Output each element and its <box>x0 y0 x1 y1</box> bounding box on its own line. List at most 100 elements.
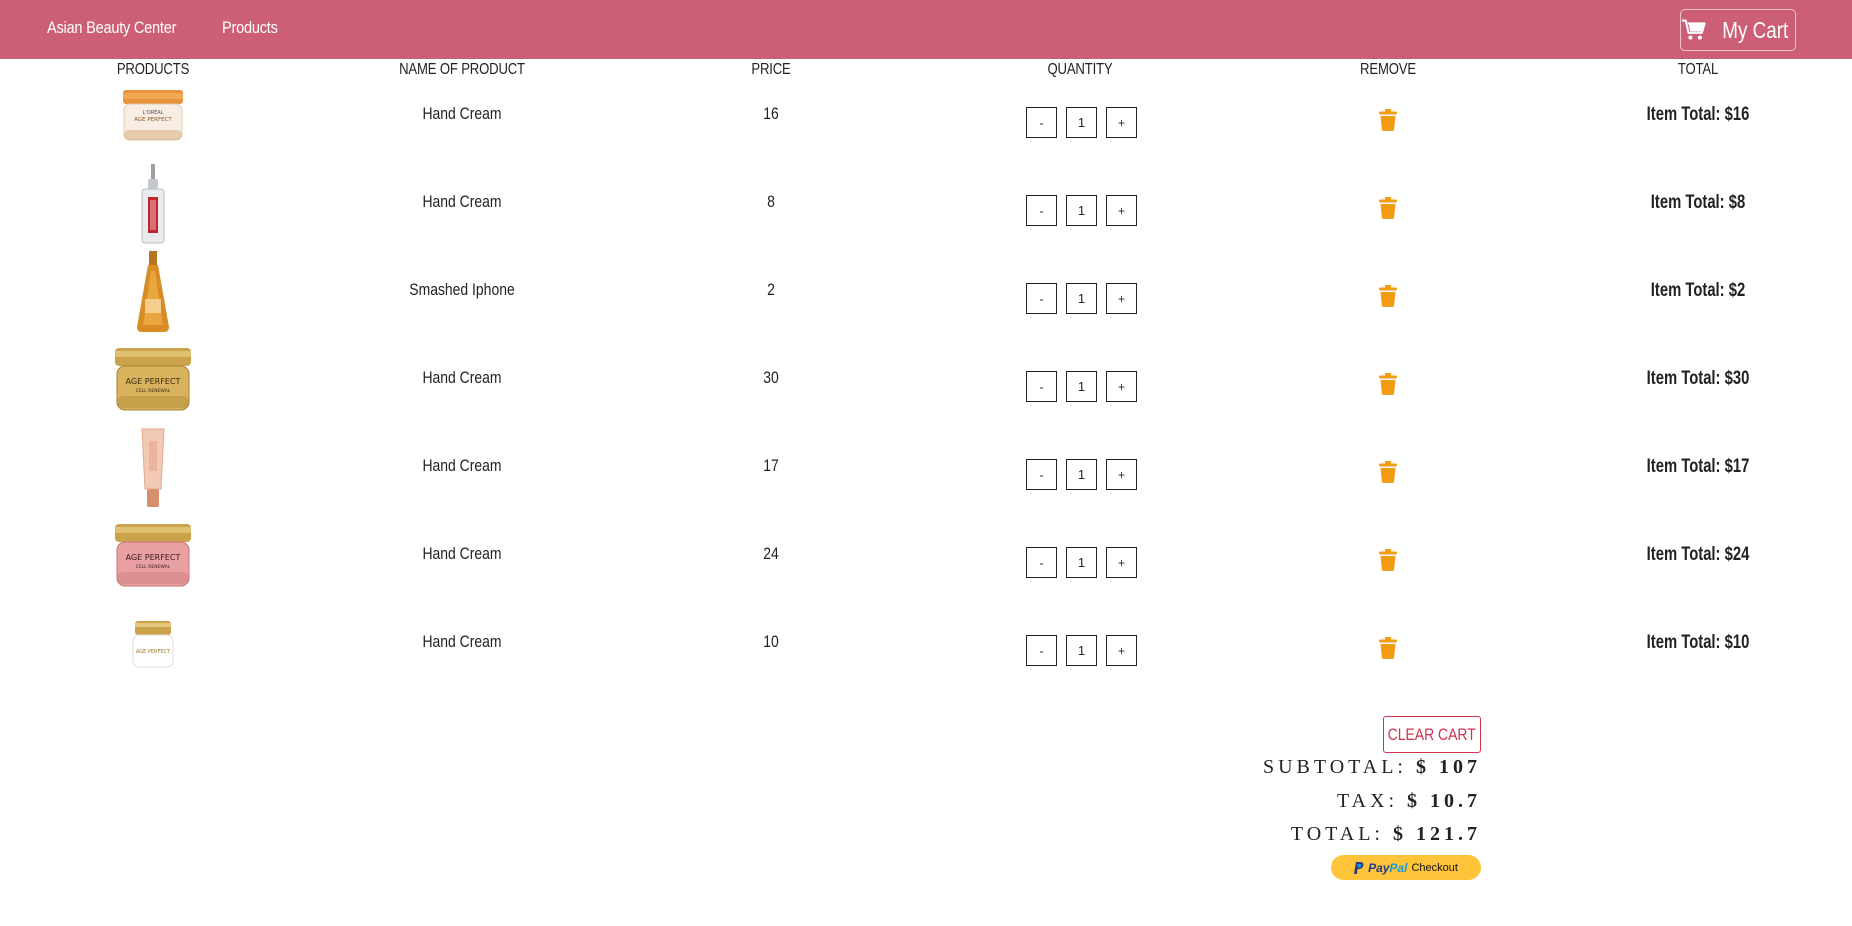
total-line: TOTAL: $ 121.7 <box>1291 823 1481 846</box>
total-value: $ 121.7 <box>1393 823 1481 845</box>
top-navbar: Asian Beauty Center Products My Cart <box>0 0 1852 59</box>
cart-row: L'ORÉAL AGE PERFECT Hand Cream 16 - 1 + … <box>0 74 1852 162</box>
product-name: Hand Cream <box>422 456 502 475</box>
increase-quantity-button[interactable]: + <box>1106 283 1137 314</box>
products-nav-link[interactable]: Products <box>222 18 278 38</box>
quantity-stepper: - 1 + <box>1026 635 1137 666</box>
svg-text:AGE PERFECT: AGE PERFECT <box>126 553 181 562</box>
paypal-icon <box>1354 861 1364 874</box>
quantity-value[interactable]: 1 <box>1066 283 1097 314</box>
cart-row: Hand Cream 8 - 1 + Item Total: $8 <box>0 162 1852 250</box>
item-total: Item Total: $16 <box>1646 104 1750 125</box>
quantity-value[interactable]: 1 <box>1066 635 1097 666</box>
product-name: Smashed Iphone <box>409 280 515 299</box>
product-price: 10 <box>763 632 779 651</box>
product-image: L'ORÉAL AGE PERFECT <box>112 74 194 158</box>
item-total: Item Total: $24 <box>1646 544 1750 565</box>
trash-icon[interactable] <box>1379 109 1397 131</box>
quantity-stepper: - 1 + <box>1026 459 1137 490</box>
product-image: AGE PERFECT CELL RENEWAL <box>112 338 194 422</box>
tax-value: $ 10.7 <box>1407 790 1481 812</box>
quantity-value[interactable]: 1 <box>1066 371 1097 402</box>
tax-line: TAX: $ 10.7 <box>1337 790 1481 813</box>
quantity-value[interactable]: 1 <box>1066 459 1097 490</box>
product-name: Hand Cream <box>422 104 502 123</box>
increase-quantity-button[interactable]: + <box>1106 107 1137 138</box>
quantity-stepper: - 1 + <box>1026 107 1137 138</box>
svg-text:CELL RENEWAL: CELL RENEWAL <box>136 388 171 394</box>
total-label: TOTAL: <box>1290 823 1384 845</box>
paypal-checkout-button[interactable]: PayPal Checkout <box>1331 855 1481 880</box>
product-price: 8 <box>767 192 775 211</box>
product-image: AGE PERFECT <box>112 602 194 686</box>
item-total: Item Total: $8 <box>1650 192 1746 213</box>
decrease-quantity-button[interactable]: - <box>1026 195 1057 226</box>
svg-text:AGE PERFECT: AGE PERFECT <box>134 117 172 123</box>
subtotal-label: SUBTOTAL: <box>1262 756 1407 778</box>
decrease-quantity-button[interactable]: - <box>1026 635 1057 666</box>
product-price: 16 <box>763 104 779 123</box>
svg-text:AGE PERFECT: AGE PERFECT <box>136 649 171 655</box>
quantity-value[interactable]: 1 <box>1066 195 1097 226</box>
product-price: 17 <box>763 456 779 475</box>
item-total: Item Total: $10 <box>1646 632 1750 653</box>
increase-quantity-button[interactable]: + <box>1106 547 1137 578</box>
decrease-quantity-button[interactable]: - <box>1026 459 1057 490</box>
paypal-logo-pay: Pay <box>1368 860 1390 875</box>
clear-cart-button[interactable]: CLEAR CART <box>1383 716 1481 753</box>
product-image <box>112 162 194 246</box>
paypal-logo: PayPal <box>1368 861 1407 875</box>
item-total: Item Total: $17 <box>1646 456 1750 477</box>
paypal-logo-pal: Pal <box>1389 860 1408 875</box>
subtotal-value: $ 107 <box>1416 756 1481 778</box>
increase-quantity-button[interactable]: + <box>1106 371 1137 402</box>
increase-quantity-button[interactable]: + <box>1106 459 1137 490</box>
quantity-stepper: - 1 + <box>1026 371 1137 402</box>
product-image <box>112 250 194 334</box>
shopping-cart-icon <box>1681 19 1706 40</box>
product-image <box>112 426 194 510</box>
trash-icon[interactable] <box>1379 373 1397 395</box>
quantity-stepper: - 1 + <box>1026 283 1137 314</box>
svg-text:L'ORÉAL: L'ORÉAL <box>143 108 164 116</box>
cart-row: Smashed Iphone 2 - 1 + Item Total: $2 <box>0 250 1852 338</box>
subtotal-line: SUBTOTAL: $ 107 <box>1263 756 1481 779</box>
trash-icon[interactable] <box>1379 549 1397 571</box>
decrease-quantity-button[interactable]: - <box>1026 547 1057 578</box>
trash-icon[interactable] <box>1379 637 1397 659</box>
product-name: Hand Cream <box>422 544 502 563</box>
my-cart-button[interactable]: My Cart <box>1680 9 1796 51</box>
trash-icon[interactable] <box>1379 461 1397 483</box>
svg-text:CELL RENEWAL: CELL RENEWAL <box>136 564 171 570</box>
product-name: Hand Cream <box>422 368 502 387</box>
clear-cart-label: CLEAR CART <box>1387 724 1477 744</box>
decrease-quantity-button[interactable]: - <box>1026 283 1057 314</box>
trash-icon[interactable] <box>1379 197 1397 219</box>
paypal-checkout-label: Checkout <box>1411 861 1458 874</box>
decrease-quantity-button[interactable]: - <box>1026 371 1057 402</box>
item-total: Item Total: $2 <box>1650 280 1746 301</box>
increase-quantity-button[interactable]: + <box>1106 195 1137 226</box>
quantity-value[interactable]: 1 <box>1066 107 1097 138</box>
svg-text:AGE PERFECT: AGE PERFECT <box>126 377 181 386</box>
quantity-value[interactable]: 1 <box>1066 547 1097 578</box>
decrease-quantity-button[interactable]: - <box>1026 107 1057 138</box>
product-image: AGE PERFECT CELL RENEWAL <box>112 514 194 598</box>
product-price: 2 <box>767 280 775 299</box>
my-cart-label: My Cart <box>1721 16 1788 43</box>
cart-row: AGE PERFECT Hand Cream 10 - 1 + Item Tot… <box>0 602 1852 690</box>
trash-icon[interactable] <box>1379 285 1397 307</box>
cart-row: Hand Cream 17 - 1 + Item Total: $17 <box>0 426 1852 514</box>
product-name: Hand Cream <box>422 192 502 211</box>
quantity-stepper: - 1 + <box>1026 547 1137 578</box>
tax-label: TAX: <box>1336 790 1398 812</box>
product-price: 30 <box>763 368 779 387</box>
brand-link[interactable]: Asian Beauty Center <box>47 18 176 38</box>
increase-quantity-button[interactable]: + <box>1106 635 1137 666</box>
quantity-stepper: - 1 + <box>1026 195 1137 226</box>
product-price: 24 <box>763 544 779 563</box>
item-total: Item Total: $30 <box>1646 368 1750 389</box>
cart-row: AGE PERFECT CELL RENEWAL Hand Cream 30 -… <box>0 338 1852 426</box>
cart-row: AGE PERFECT CELL RENEWAL Hand Cream 24 -… <box>0 514 1852 602</box>
product-name: Hand Cream <box>422 632 502 651</box>
